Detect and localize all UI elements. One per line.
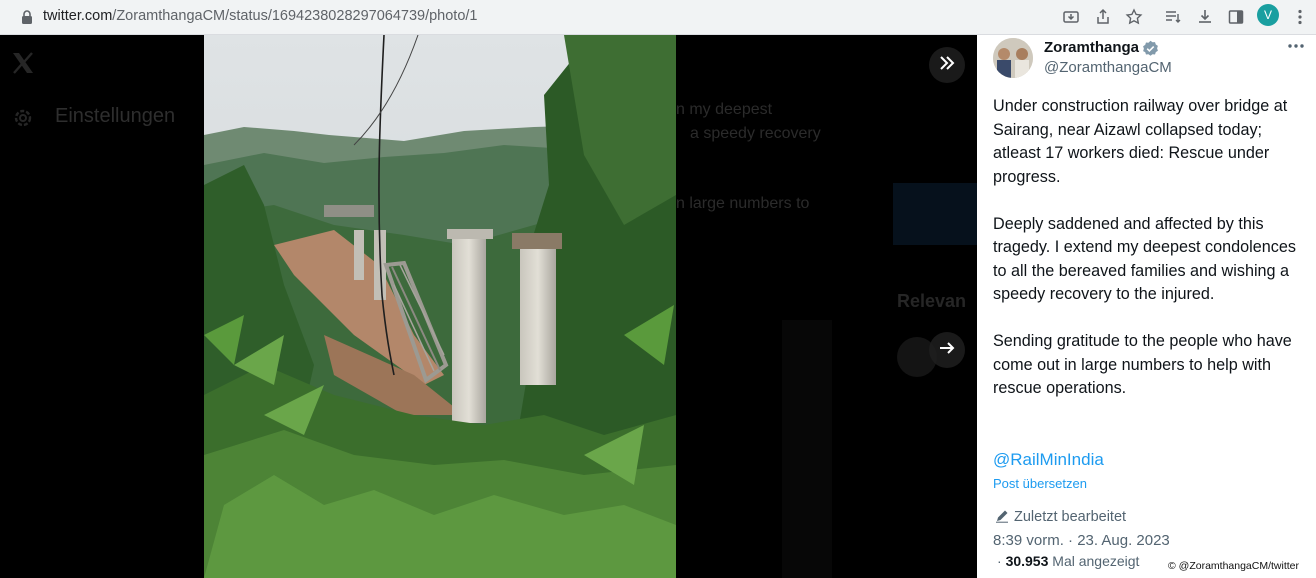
x-logo-icon: [10, 50, 36, 76]
author-handle[interactable]: @ZoramthangaCM: [1044, 59, 1172, 76]
background-text-line: a speedy recovery: [690, 125, 821, 142]
address-bar[interactable]: twitter.com/ZoramthangaCM/status/1694238…: [43, 8, 478, 24]
arrow-right-icon: [938, 339, 956, 362]
bookmark-star-icon[interactable]: [1123, 6, 1145, 28]
background-blue-block: [893, 183, 977, 245]
tweet-body: Under construction railway over bridge a…: [993, 97, 1296, 397]
side-panel-icon[interactable]: [1225, 6, 1247, 28]
browser-menu-icon[interactable]: [1289, 6, 1311, 28]
background-image-block: [782, 320, 832, 578]
more-options-icon[interactable]: [1285, 38, 1307, 54]
reading-list-icon[interactable]: [1162, 6, 1184, 28]
browser-toolbar: twitter.com/ZoramthangaCM/status/1694238…: [0, 0, 1316, 35]
download-icon[interactable]: [1194, 6, 1216, 28]
views-separator: ·: [997, 553, 1006, 569]
next-photo-button[interactable]: [929, 332, 965, 368]
url-host: twitter.com: [43, 8, 113, 24]
url-path: /ZoramthangaCM/status/169423802829706473…: [112, 8, 478, 24]
tweet-photo[interactable]: [204, 35, 676, 578]
lock-icon[interactable]: [20, 9, 34, 25]
browser-profile-avatar[interactable]: V: [1257, 4, 1279, 26]
author-avatar[interactable]: [993, 38, 1033, 78]
verified-badge-icon: [1142, 40, 1159, 57]
share-icon[interactable]: [1092, 6, 1114, 28]
background-relevant-heading: Relevan: [897, 291, 967, 311]
author-name[interactable]: Zoramthanga: [1044, 39, 1139, 56]
pencil-icon: [995, 509, 1009, 523]
mention-link[interactable]: @RailMinIndia: [993, 450, 1104, 470]
translate-post-link[interactable]: Post übersetzen: [993, 476, 1087, 491]
expand-panel-button[interactable]: [929, 47, 965, 83]
image-credit: © @ZoramthangaCM/twitter: [1166, 560, 1302, 572]
tweet-detail-panel: Zoramthanga @ZoramthangaCM Under constru…: [977, 35, 1316, 578]
edited-indicator[interactable]: Zuletzt bearbeitet: [1014, 509, 1126, 525]
view-count: · 30.953 Mal angezeigt: [997, 553, 1139, 569]
views-label: Mal angezeigt: [1048, 553, 1140, 569]
settings-label: Einstellungen: [55, 105, 176, 127]
install-app-icon[interactable]: [1060, 6, 1082, 28]
double-chevron-right-icon: [938, 54, 956, 77]
views-number: 30.953: [1005, 553, 1049, 569]
background-text-line: n my deepest: [676, 101, 773, 118]
tweet-timestamp[interactable]: 8:39 vorm. · 23. Aug. 2023: [993, 532, 1170, 549]
gear-icon: [12, 107, 34, 129]
background-text-line: n large numbers to: [676, 195, 810, 212]
